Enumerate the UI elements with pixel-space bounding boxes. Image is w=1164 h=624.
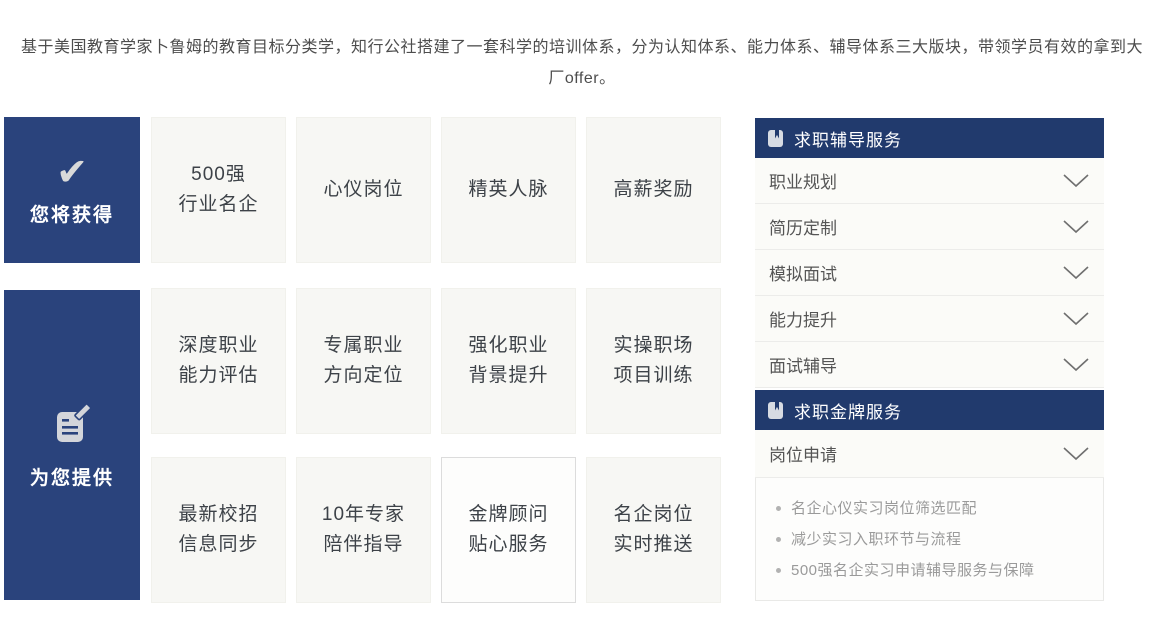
chevron-down-icon [1063,312,1089,326]
gold-service-bullet-list: 名企心仪实习岗位筛选匹配 减少实习入职环节与流程 500强名企实习申请辅导服务与… [755,478,1104,601]
edit-note-icon [47,400,97,455]
book-icon [768,402,783,419]
rail-box-provide: 为您提供 [4,290,140,600]
provide-card-direction-positioning: 专属职业方向定位 [296,288,431,434]
provide-card-gold-consultant: 金牌顾问贴心服务 [441,457,576,603]
coach-services-header: 求职辅导服务 [755,118,1104,158]
bullet-item: 500强名企实习申请辅导服务与保障 [762,555,1091,586]
check-icon: ✔ [56,154,88,192]
gain-card-ideal-position: 心仪岗位 [296,117,431,263]
accordion-item-interview-coaching[interactable]: 面试辅导 [755,342,1104,388]
bullet-item: 减少实习入职环节与流程 [762,524,1091,555]
provide-card-ability-assessment: 深度职业能力评估 [151,288,286,434]
chevron-down-icon [1063,174,1089,188]
rail-provide-label: 为您提供 [30,463,114,490]
rail-box-gain: ✔ 您将获得 [4,117,140,263]
provide-card-expert-guidance: 10年专家陪伴指导 [296,457,431,603]
accordion-item-job-application[interactable]: 岗位申请 [755,430,1104,478]
gain-card-500-companies: 500强行业名企 [151,117,286,263]
chevron-down-icon [1063,220,1089,234]
provide-card-campus-recruit-sync: 最新校招信息同步 [151,457,286,603]
coach-services-title: 求职辅导服务 [794,126,902,151]
provide-card-job-push: 名企岗位实时推送 [586,457,721,603]
chevron-down-icon [1063,266,1089,280]
accordion-item-career-planning[interactable]: 职业规划 [755,158,1104,204]
book-icon [768,130,783,147]
gain-card-high-salary: 高薪奖励 [586,117,721,263]
accordion-item-resume-customization[interactable]: 简历定制 [755,204,1104,250]
bullet-item: 名企心仪实习岗位筛选匹配 [762,493,1091,524]
rail-gain-label: 您将获得 [30,200,114,227]
intro-text: 基于美国教育学家卜鲁姆的教育目标分类学，知行公社搭建了一套科学的培训体系，分为认… [17,32,1147,94]
gold-services-title: 求职金牌服务 [794,398,902,423]
chevron-down-icon [1063,447,1089,461]
gain-card-elite-network: 精英人脉 [441,117,576,263]
provide-card-project-training: 实操职场项目训练 [586,288,721,434]
accordion-item-mock-interview[interactable]: 模拟面试 [755,250,1104,296]
accordion-item-ability-improvement[interactable]: 能力提升 [755,296,1104,342]
chevron-down-icon [1063,358,1089,372]
service-panel: 求职辅导服务 职业规划 简历定制 模拟面试 能力提升 面试辅导 求职金牌服务 [755,118,1104,601]
provide-card-background-boost: 强化职业背景提升 [441,288,576,434]
gold-services-header: 求职金牌服务 [755,390,1104,430]
